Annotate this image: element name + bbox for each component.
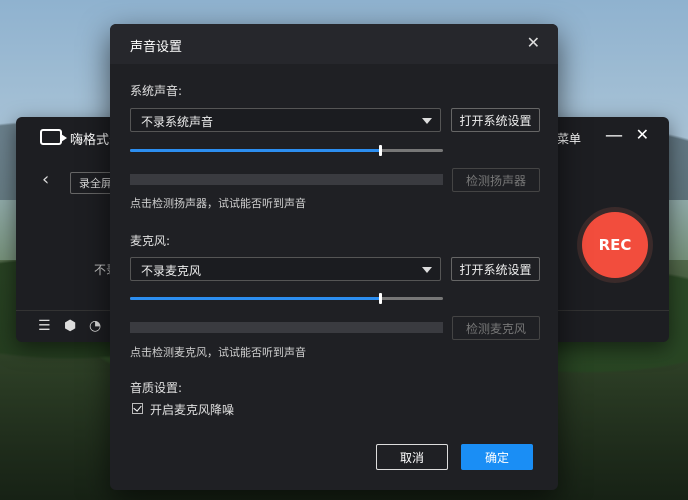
- mic-volume-fill: [130, 297, 381, 300]
- system-volume-thumb[interactable]: [379, 145, 383, 156]
- chevron-down-icon: [422, 118, 432, 124]
- mic-level-meter: [130, 322, 443, 333]
- sound-settings-dialog: 声音设置 ✕ 系统声音: 不录系统声音 打开系统设置 检测扬声器 点击检测扬声器…: [110, 24, 558, 490]
- system-volume-fill: [130, 149, 381, 152]
- confirm-button[interactable]: 确定: [461, 444, 533, 470]
- noise-reduction-checkbox[interactable]: [132, 403, 143, 414]
- dialog-title: 声音设置: [130, 40, 183, 55]
- timer-icon[interactable]: ◔: [89, 318, 101, 334]
- settings-icon[interactable]: ⬢: [64, 318, 76, 334]
- microphone-label: 麦克风:: [130, 234, 171, 248]
- mic-volume-slider[interactable]: [130, 293, 443, 304]
- cancel-button[interactable]: 取消: [376, 444, 448, 470]
- detect-mic-button[interactable]: 检测麦克风: [452, 316, 540, 340]
- mic-volume-thumb[interactable]: [379, 293, 383, 304]
- menu-button[interactable]: 菜单: [557, 130, 581, 147]
- rec-button[interactable]: REC: [582, 212, 648, 278]
- system-sound-select-value: 不录系统声音: [141, 115, 214, 129]
- system-sound-label: 系统声音:: [130, 84, 183, 98]
- dialog-header: 声音设置 ✕: [110, 24, 558, 64]
- chevron-down-icon: [422, 267, 432, 273]
- camera-icon: [40, 129, 67, 145]
- mic-hint: 点击检测麦克风，试试能否听到声音: [130, 346, 306, 359]
- close-icon[interactable]: ✕: [527, 33, 540, 52]
- detect-speaker-button[interactable]: 检测扬声器: [452, 168, 540, 192]
- open-mic-settings-button[interactable]: 打开系统设置: [451, 257, 540, 281]
- quality-label: 音质设置:: [130, 381, 183, 395]
- speaker-level-meter: [130, 174, 443, 185]
- open-system-settings-button[interactable]: 打开系统设置: [451, 108, 540, 132]
- back-arrow-icon[interactable]: ‹: [42, 169, 49, 190]
- system-volume-slider[interactable]: [130, 145, 443, 156]
- microphone-select[interactable]: 不录麦克风: [130, 257, 441, 281]
- microphone-select-value: 不录麦克风: [141, 264, 202, 278]
- list-icon[interactable]: ☰: [38, 318, 51, 334]
- close-icon[interactable]: ✕: [636, 125, 649, 144]
- minimize-icon[interactable]: —: [605, 125, 623, 146]
- speaker-hint: 点击检测扬声器，试试能否听到声音: [130, 197, 306, 210]
- system-sound-select[interactable]: 不录系统声音: [130, 108, 441, 132]
- noise-reduction-label: 开启麦克风降噪: [150, 403, 235, 417]
